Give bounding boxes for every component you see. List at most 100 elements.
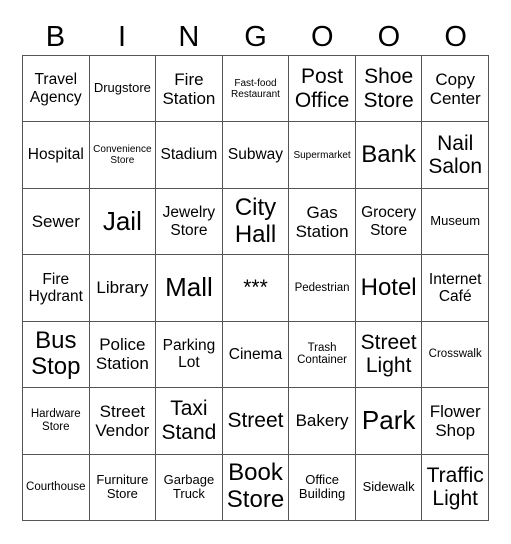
cell-label: Flower Shop: [429, 401, 481, 440]
bingo-cell[interactable]: Fast-food Restaurant: [222, 56, 290, 123]
bingo-cell[interactable]: Subway: [222, 122, 290, 189]
bingo-cell[interactable]: Travel Agency: [23, 56, 90, 123]
bingo-cell[interactable]: Bus Stop: [23, 321, 90, 389]
cell-label: Shoe Store: [363, 65, 414, 112]
bingo-cell[interactable]: Sidewalk: [355, 454, 423, 521]
bingo-cell[interactable]: Trash Container: [289, 321, 356, 389]
bingo-cell[interactable]: Shoe Store: [355, 56, 423, 123]
cell-label: Bank: [361, 140, 416, 168]
cell-label: Police Station: [95, 335, 149, 374]
cell-label: Street Light: [360, 330, 417, 378]
cell-label: Pedestrian: [294, 281, 350, 294]
cell-label: Nail Salon: [428, 131, 483, 179]
header-letter-b: B: [45, 21, 66, 53]
cell-label: Bakery: [295, 411, 349, 431]
cell-label: Park: [361, 405, 416, 436]
cell-label: Convenience Store: [93, 143, 152, 167]
cell-label: Bus Stop: [31, 326, 81, 381]
bingo-cell[interactable]: Crosswalk: [422, 321, 489, 389]
bingo-cell[interactable]: Supermarket: [289, 122, 356, 189]
bingo-cell[interactable]: Street Vendor: [89, 388, 157, 455]
bingo-cell[interactable]: Jewelry Store: [156, 188, 223, 256]
bingo-cell[interactable]: Convenience Store: [89, 122, 157, 189]
cell-label: Drugstore: [93, 80, 151, 96]
bingo-cell[interactable]: Book Store: [222, 454, 290, 521]
bingo-cell[interactable]: Garbage Truck: [156, 454, 223, 521]
cell-label: Subway: [227, 146, 284, 164]
cell-label: Stadium: [160, 146, 218, 164]
bingo-cell[interactable]: Grocery Store: [355, 188, 423, 256]
bingo-cell[interactable]: Office Building: [289, 454, 356, 521]
bingo-cell[interactable]: Cinema: [222, 321, 290, 389]
cell-label: Sewer: [31, 212, 80, 232]
free-space-cell[interactable]: ***: [222, 255, 290, 322]
bingo-cell[interactable]: Courthouse: [23, 454, 90, 521]
cell-label: Parking Lot: [162, 337, 216, 372]
cell-label: Post Office: [294, 65, 350, 112]
bingo-cell[interactable]: Fire Hydrant: [23, 255, 90, 322]
bingo-cell[interactable]: Parking Lot: [156, 321, 223, 389]
cell-label: Supermarket: [293, 149, 351, 161]
cell-label: Fast-food Restaurant: [231, 77, 280, 100]
cell-label: Book Store: [226, 459, 285, 514]
bingo-cell[interactable]: Furniture Store: [89, 454, 157, 521]
bingo-cell[interactable]: Park: [355, 388, 423, 455]
bingo-cell[interactable]: Stadium: [156, 122, 223, 189]
bingo-cell[interactable]: Police Station: [89, 321, 157, 389]
header-letter-o1: O: [310, 21, 334, 53]
bingo-cell[interactable]: Bank: [355, 122, 423, 189]
bingo-cell[interactable]: Street: [222, 388, 290, 455]
cell-label: Jewelry Store: [162, 204, 216, 239]
bingo-cell[interactable]: Hospital: [23, 122, 90, 189]
cell-label: Sidewalk: [362, 479, 415, 494]
header-letter-o2: O: [377, 21, 401, 53]
cell-label: Museum: [430, 213, 481, 229]
bingo-cell[interactable]: Fire Station: [156, 56, 223, 123]
cell-label: Traffic Light: [426, 463, 484, 511]
bingo-cell[interactable]: Copy Center: [422, 56, 489, 123]
bingo-cell[interactable]: Post Office: [289, 56, 356, 123]
cell-label: Copy Center: [429, 69, 481, 108]
cell-label: Furniture Store: [96, 471, 149, 502]
cell-label: Internet Café: [428, 270, 482, 305]
bingo-cell[interactable]: Hardware Store: [23, 388, 90, 455]
bingo-cell[interactable]: Internet Café: [422, 255, 489, 322]
bingo-cell[interactable]: Gas Station: [289, 188, 356, 256]
bingo-cell[interactable]: Traffic Light: [422, 454, 489, 521]
bingo-cell[interactable]: Mall: [156, 255, 223, 322]
bingo-cell[interactable]: Bakery: [289, 388, 356, 455]
bingo-cell[interactable]: Pedestrian: [289, 255, 356, 322]
bingo-cell[interactable]: Drugstore: [89, 56, 157, 123]
cell-label: Office Building: [298, 471, 346, 502]
bingo-cell[interactable]: Hotel: [355, 255, 423, 322]
cell-label: Street Vendor: [95, 401, 150, 440]
cell-label: Mall: [165, 272, 213, 303]
header-letter-o3: O: [444, 21, 467, 53]
cell-label: Courthouse: [26, 480, 86, 493]
cell-label: Taxi Stand: [161, 397, 217, 444]
bingo-header: B I N G O O O: [22, 20, 489, 54]
bingo-cell[interactable]: Street Light: [355, 321, 423, 389]
bingo-cell[interactable]: Sewer: [23, 188, 90, 256]
cell-label: Cinema: [228, 345, 283, 363]
bingo-cell[interactable]: City Hall: [222, 188, 290, 256]
cell-label: Hospital: [27, 146, 84, 164]
bingo-cell[interactable]: Taxi Stand: [156, 388, 223, 455]
cell-label: Gas Station: [295, 202, 349, 241]
cell-label: Trash Container: [297, 341, 347, 367]
cell-label: ***: [243, 276, 268, 300]
cell-label: Fire Station: [162, 69, 216, 108]
cell-label: Garbage Truck: [163, 471, 215, 502]
bingo-cell[interactable]: Nail Salon: [422, 122, 489, 189]
cell-label: City Hall: [234, 193, 277, 248]
bingo-cell[interactable]: Museum: [422, 188, 489, 256]
cell-label: Grocery Store: [361, 204, 417, 239]
bingo-cell[interactable]: Library: [89, 255, 157, 322]
cell-label: Street: [227, 409, 284, 433]
header-letter-i: I: [118, 21, 127, 53]
cell-label: Library: [96, 278, 149, 298]
bingo-cell[interactable]: Jail: [89, 188, 157, 256]
bingo-grid: Travel Agency Drugstore Fire Station Fas…: [22, 55, 489, 521]
header-letter-n: N: [178, 21, 200, 53]
bingo-cell[interactable]: Flower Shop: [422, 388, 489, 455]
